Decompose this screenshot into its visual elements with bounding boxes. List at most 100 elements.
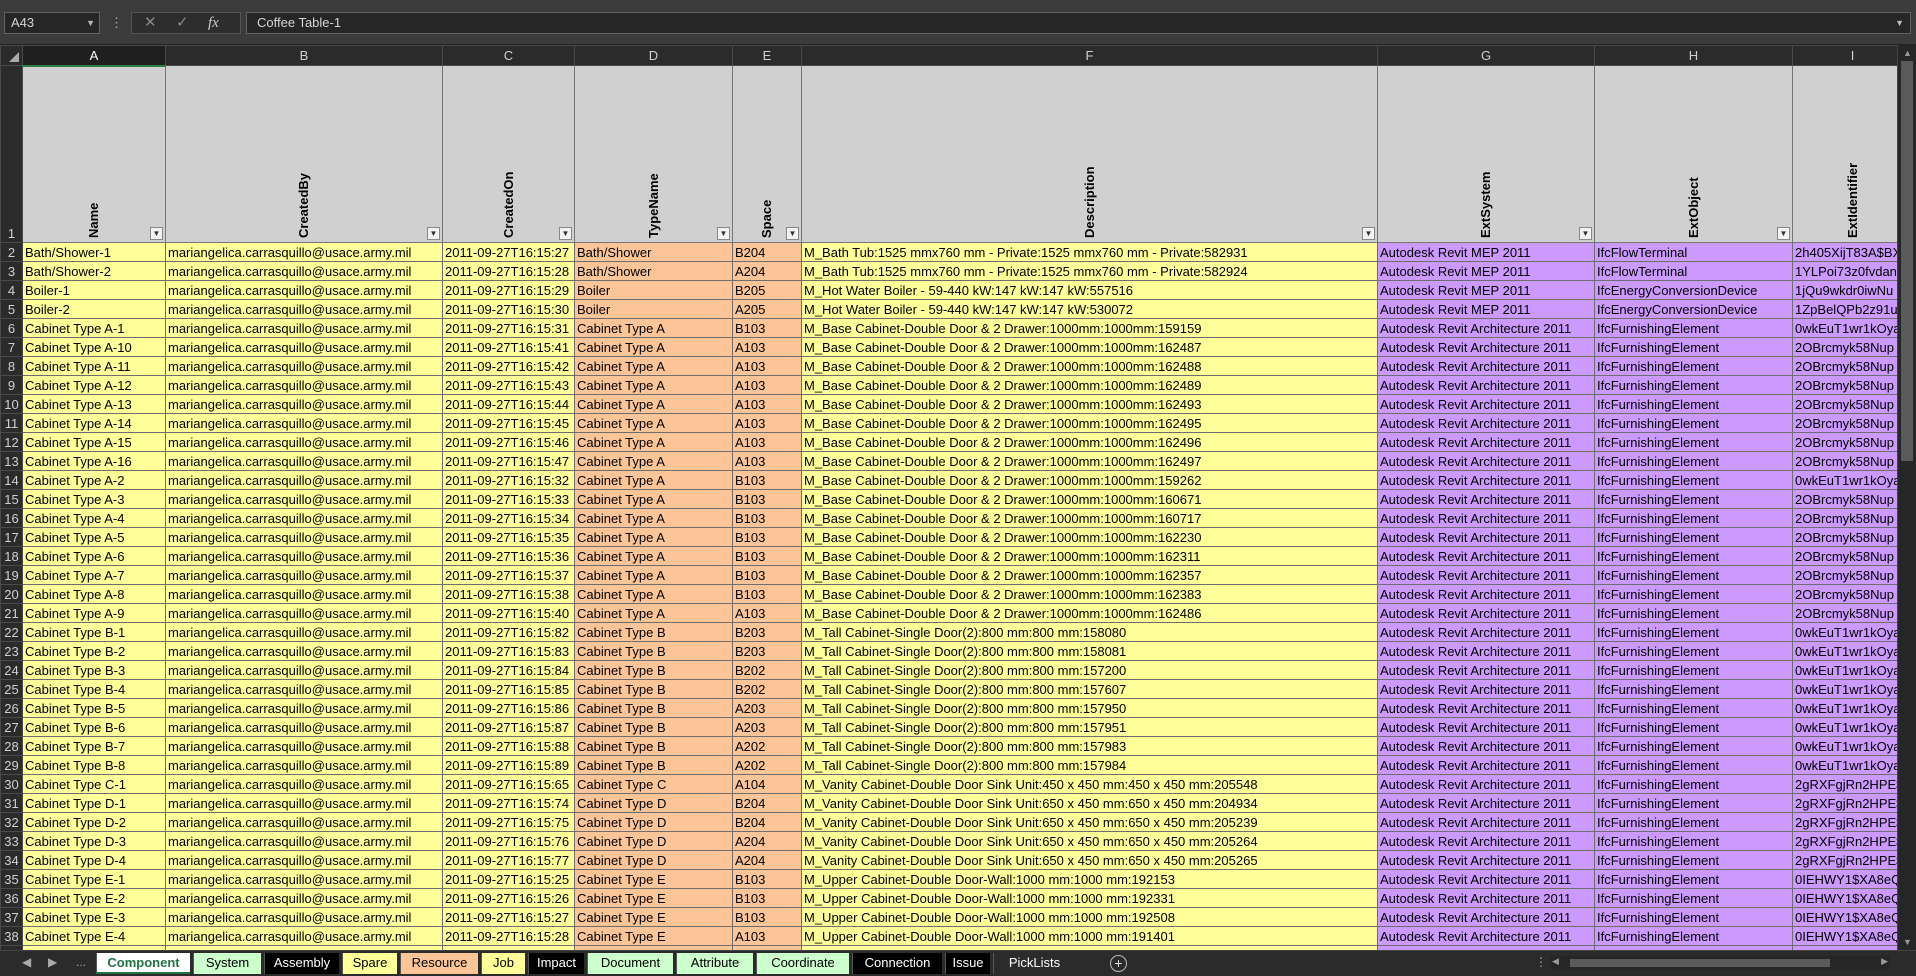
cell-extsystem[interactable]: Autodesk Revit Architecture 2011: [1377, 755, 1595, 775]
cell-extidentifier[interactable]: 0wkEuT1wr1kOya: [1792, 679, 1897, 699]
prev-sheet-icon[interactable]: ◀: [22, 955, 31, 969]
cell-description[interactable]: M_Vanity Cabinet-Double Door Sink Unit:6…: [801, 831, 1378, 851]
cell-description[interactable]: M_Base Cabinet-Double Door & 2 Drawer:10…: [801, 337, 1378, 357]
cell-extobject[interactable]: IfcEnergyConversionDevice: [1594, 280, 1793, 300]
row-header[interactable]: 22: [0, 622, 23, 642]
cell-name[interactable]: Cabinet Type B-2: [22, 641, 166, 661]
cell-extobject[interactable]: IfcFurnishingElement: [1594, 470, 1793, 490]
cell-createdby[interactable]: mariangelica.carrasquillo@usace.army.mil: [165, 907, 443, 927]
cell-typename[interactable]: Cabinet Type A: [574, 508, 733, 528]
row-header[interactable]: 35: [0, 869, 23, 889]
row-header[interactable]: 26: [0, 698, 23, 718]
row-header[interactable]: 6: [0, 318, 23, 338]
tab-job[interactable]: Job: [481, 953, 525, 974]
cell-typename[interactable]: Cabinet Type B: [574, 641, 733, 661]
cell-createdby[interactable]: mariangelica.carrasquillo@usace.army.mil: [165, 261, 443, 281]
cell-createdon[interactable]: 2011-09-27T16:15:43: [442, 375, 575, 395]
field-header-cell[interactable]: Name ▼: [22, 65, 166, 243]
cell-extsystem[interactable]: Autodesk Revit MEP 2011: [1377, 280, 1595, 300]
cell-createdby[interactable]: mariangelica.carrasquillo@usace.army.mil: [165, 527, 443, 547]
cell-description[interactable]: M_Upper Cabinet-Double Door-Wall:1000 mm…: [801, 888, 1378, 908]
cell-extsystem[interactable]: Autodesk Revit Architecture 2011: [1377, 679, 1595, 699]
cell-createdby[interactable]: mariangelica.carrasquillo@usace.army.mil: [165, 926, 443, 946]
worksheet-grid[interactable]: ABCDEFGHI 1 Name ▼ CreatedBy ▼ CreatedOn ▼ Type…: [0, 45, 1897, 950]
chevron-down-icon[interactable]: ▼: [86, 13, 95, 33]
cell-name[interactable]: Cabinet Type A-6: [22, 546, 166, 566]
cell-createdby[interactable]: mariangelica.carrasquillo@usace.army.mil: [165, 641, 443, 661]
cell-name[interactable]: Cabinet Type A-10: [22, 337, 166, 357]
cell-name[interactable]: Cabinet Type D-4: [22, 850, 166, 870]
cell-extsystem[interactable]: Autodesk Revit Architecture 2011: [1377, 869, 1595, 889]
column-header-h[interactable]: H: [1594, 45, 1793, 66]
field-header-cell[interactable]: Description ▼: [801, 65, 1378, 243]
row-header[interactable]: 32: [0, 812, 23, 832]
row-header[interactable]: 12: [0, 432, 23, 452]
cell-description[interactable]: M_Hot Water Boiler - 59-440 kW:147 kW:14…: [801, 280, 1378, 300]
cell-description[interactable]: M_Upper Cabinet-Double Door-Wall:1000 mm…: [801, 907, 1378, 927]
cell-createdby[interactable]: mariangelica.carrasquillo@usace.army.mil: [165, 299, 443, 319]
cell-typename[interactable]: Bath/Shower: [574, 261, 733, 281]
cell-typename[interactable]: Cabinet Type E: [574, 907, 733, 927]
cell-extobject[interactable]: IfcFurnishingElement: [1594, 641, 1793, 661]
cell-extidentifier[interactable]: 0wkEuT1wr1kOya: [1792, 470, 1897, 490]
cell-createdon[interactable]: 2011-09-27T16:15:65: [442, 774, 575, 794]
cell-description[interactable]: M_Base Cabinet-Double Door & 2 Drawer:10…: [801, 603, 1378, 623]
cell-createdby[interactable]: mariangelica.carrasquillo@usace.army.mil: [165, 489, 443, 509]
cell-extobject[interactable]: IfcFurnishingElement: [1594, 698, 1793, 718]
cell-description[interactable]: M_Tall Cabinet-Single Door(2):800 mm:800…: [801, 717, 1378, 737]
cell-createdon[interactable]: 2011-09-27T16:15:33: [442, 489, 575, 509]
cell-createdby[interactable]: mariangelica.carrasquillo@usace.army.mil: [165, 356, 443, 376]
cell-description[interactable]: M_Base Cabinet-Double Door & 2 Drawer:10…: [801, 375, 1378, 395]
cell-createdby[interactable]: mariangelica.carrasquillo@usace.army.mil: [165, 565, 443, 585]
row-header[interactable]: 3: [0, 261, 23, 281]
cell-extidentifier[interactable]: 2OBrcmyk58Nup: [1792, 375, 1897, 395]
name-box[interactable]: A43 ▼: [4, 12, 100, 34]
cell-space[interactable]: A202: [732, 736, 802, 756]
cell-space[interactable]: B204: [732, 793, 802, 813]
cell-extobject[interactable]: IfcFlowTerminal: [1594, 242, 1793, 262]
cell-extobject[interactable]: IfcFurnishingElement: [1594, 584, 1793, 604]
cell-name[interactable]: Cabinet Type A-16: [22, 451, 166, 471]
cell-space[interactable]: B202: [732, 679, 802, 699]
cell-typename[interactable]: Cabinet Type D: [574, 812, 733, 832]
cell-space[interactable]: B204: [732, 242, 802, 262]
cell-createdby[interactable]: mariangelica.carrasquillo@usace.army.mil: [165, 888, 443, 908]
cell-extidentifier[interactable]: 0wkEuT1wr1kOya: [1792, 660, 1897, 680]
cell-extidentifier[interactable]: 0wkEuT1wr1kOya: [1792, 736, 1897, 756]
column-header-a[interactable]: A: [22, 45, 166, 67]
row-header[interactable]: 2: [0, 242, 23, 262]
cell-extobject[interactable]: IfcFurnishingElement: [1594, 622, 1793, 642]
cell-description[interactable]: M_Tall Cabinet-Single Door(2):800 mm:800…: [801, 698, 1378, 718]
cell-extobject[interactable]: IfcFurnishingElement: [1594, 546, 1793, 566]
cell-name[interactable]: Boiler-1: [22, 280, 166, 300]
cell-extsystem[interactable]: Autodesk Revit Architecture 2011: [1377, 660, 1595, 680]
cell-createdby[interactable]: mariangelica.carrasquillo@usace.army.mil: [165, 546, 443, 566]
cell-createdon[interactable]: 2011-09-27T16:15:45: [442, 413, 575, 433]
cell-typename[interactable]: Cabinet Type D: [574, 831, 733, 851]
cell-createdon[interactable]: 2011-09-27T16:15:25: [442, 869, 575, 889]
cell-extobject[interactable]: IfcFurnishingElement: [1594, 394, 1793, 414]
cell-space[interactable]: B204: [732, 812, 802, 832]
field-header-cell[interactable]: ExtSystem ▼: [1377, 65, 1595, 243]
column-header-b[interactable]: B: [165, 45, 443, 66]
cell-name[interactable]: Cabinet Type D-3: [22, 831, 166, 851]
cell-name[interactable]: Cabinet Type A-13: [22, 394, 166, 414]
cell-extidentifier[interactable]: 2h405XijT83A$BX: [1792, 242, 1897, 262]
cell-description[interactable]: M_Base Cabinet-Double Door & 2 Drawer:10…: [801, 394, 1378, 414]
cancel-icon[interactable]: ✕: [144, 13, 157, 33]
cell-createdon[interactable]: 2011-09-27T16:15:76: [442, 831, 575, 851]
cell-description[interactable]: M_Bath Tub:1525 mmx760 mm - Private:1525…: [801, 261, 1378, 281]
cell-createdon[interactable]: 2011-09-27T16:15:87: [442, 717, 575, 737]
column-header-e[interactable]: E: [732, 45, 802, 66]
cell-createdby[interactable]: mariangelica.carrasquillo@usace.army.mil: [165, 508, 443, 528]
filter-dropdown-icon[interactable]: ▼: [150, 227, 163, 240]
cell-space[interactable]: B203: [732, 641, 802, 661]
cell-description[interactable]: M_Upper Cabinet-Double Door-Wall:1000 mm…: [801, 869, 1378, 889]
cell-space[interactable]: B202: [732, 660, 802, 680]
cell-extidentifier[interactable]: 2OBrcmyk58Nup: [1792, 527, 1897, 547]
cell-space[interactable]: A204: [732, 261, 802, 281]
cell-extobject[interactable]: IfcFurnishingElement: [1594, 774, 1793, 794]
cell-extsystem[interactable]: Autodesk Revit Architecture 2011: [1377, 603, 1595, 623]
cell-extobject[interactable]: IfcFurnishingElement: [1594, 318, 1793, 338]
cell-extobject[interactable]: IfcFurnishingElement: [1594, 508, 1793, 528]
